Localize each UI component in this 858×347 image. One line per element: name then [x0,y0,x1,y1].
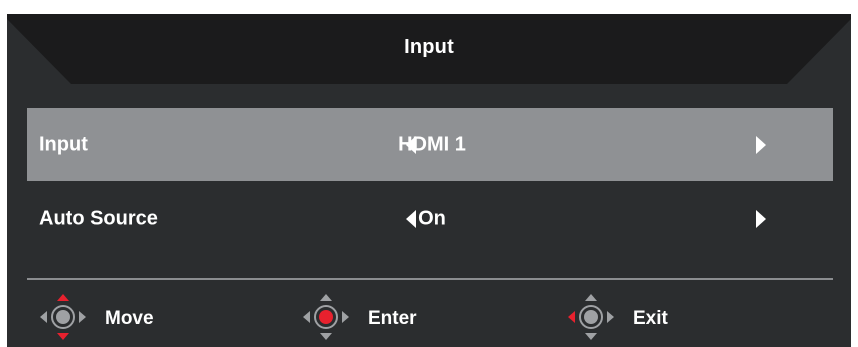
hint-label-enter: Enter [368,308,417,329]
hint-label-move: Move [105,308,154,329]
increase-arrow-icon[interactable] [756,135,766,154]
increase-arrow-icon[interactable] [756,209,766,228]
row-value-auto-source: On [418,207,446,229]
joystick-enter-icon [303,294,349,340]
row-label-auto-source: Auto Source [39,207,158,229]
menu-row-auto-source[interactable]: Auto Source On [27,182,833,255]
hint-label-exit: Exit [633,308,668,329]
hint-enter: Enter [301,294,441,340]
row-label-input: Input [39,133,88,155]
joystick-move-icon [40,294,86,340]
joystick-exit-icon [568,294,614,340]
row-value-input: HDMI 1 [398,133,466,155]
osd-title: Input [404,36,454,58]
osd-panel: Input Input HDMI 1 Auto Source On Move E… [7,14,851,347]
divider [27,278,833,280]
menu-row-input[interactable]: Input HDMI 1 [27,108,833,181]
hint-move: Move [38,294,178,340]
hint-exit: Exit [566,294,706,340]
